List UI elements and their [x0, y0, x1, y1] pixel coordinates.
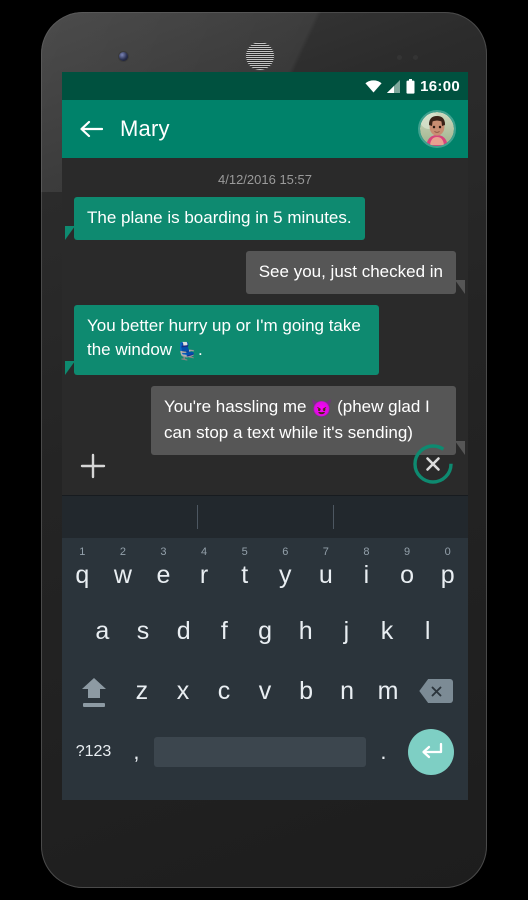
spacebar-surface	[153, 737, 367, 767]
key-b[interactable]: b	[286, 661, 327, 721]
key-m[interactable]: m	[368, 661, 409, 721]
message-bubble-outgoing[interactable]: You better hurry up or I'm going take th…	[65, 305, 379, 375]
key-hint-6: 6	[282, 546, 289, 558]
key-label: w	[113, 561, 132, 589]
app-bar: Mary	[62, 100, 468, 158]
key-p[interactable]: 0p	[427, 541, 468, 601]
message-row: The plane is boarding in 5 minutes.	[65, 197, 456, 241]
status-bar: 16:00	[62, 72, 468, 100]
key-x[interactable]: x	[162, 661, 203, 721]
cancel-send-icon[interactable]	[410, 441, 456, 487]
suggestion-slot-1[interactable]	[62, 496, 197, 538]
symbols-key[interactable]: ?123	[68, 721, 119, 783]
key-hint-5: 5	[241, 546, 248, 558]
phone-screen: 16:00 Mary 4/12/2016 15:57 The plane is …	[62, 72, 468, 800]
key-q[interactable]: 1q	[62, 541, 103, 601]
earpiece-speaker-icon	[246, 42, 274, 70]
key-hint-0: 0	[444, 546, 451, 558]
message-text: .	[197, 340, 203, 360]
keyboard-row-1: 1q 2w 3e 4r 5t 6y 7u 8i 9o 0p	[62, 541, 468, 601]
key-label: u	[318, 561, 333, 589]
space-key[interactable]	[153, 721, 367, 783]
key-label: y	[279, 561, 292, 589]
key-label: e	[156, 561, 171, 589]
keyboard-row-4: ?123 , .	[62, 721, 468, 783]
key-hint-2: 2	[119, 546, 126, 558]
contact-avatar[interactable]	[418, 110, 456, 148]
battery-full-icon	[406, 78, 415, 94]
plus-attach-icon[interactable]	[76, 449, 110, 483]
message-bubble-outgoing[interactable]: The plane is boarding in 5 minutes.	[65, 197, 365, 241]
proximity-sensor-icon	[397, 55, 402, 60]
key-s[interactable]: s	[123, 601, 164, 661]
key-g[interactable]: g	[245, 601, 286, 661]
seat-emoji: 💺	[176, 342, 198, 362]
key-hint-3: 3	[160, 546, 167, 558]
key-label: r	[199, 561, 209, 589]
status-clock: 16:00	[420, 77, 460, 95]
key-label: i	[363, 561, 370, 589]
suggestion-strip[interactable]	[62, 495, 468, 538]
keyboard-row-3: z x c v b n m	[62, 661, 468, 721]
back-arrow-icon[interactable]	[74, 112, 108, 146]
key-hint-8: 8	[363, 546, 370, 558]
key-i[interactable]: 8i	[346, 541, 387, 601]
keyboard-row-2: a s d f g h j k l	[62, 601, 468, 661]
key-r[interactable]: 4r	[184, 541, 225, 601]
message-row: You're hassling me 😈 (phew glad I can st…	[74, 385, 465, 456]
smiling-devil-emoji: 😈	[311, 398, 333, 418]
key-hint-1: 1	[79, 546, 86, 558]
cellular-signal-icon	[387, 79, 401, 93]
ambient-light-sensor-icon	[413, 55, 418, 60]
key-h[interactable]: h	[285, 601, 326, 661]
suggestion-slot-3[interactable]	[332, 496, 468, 538]
on-screen-keyboard[interactable]: 1q 2w 3e 4r 5t 6y 7u 8i 9o 0p a s d f g …	[62, 538, 468, 800]
key-d[interactable]: d	[163, 601, 204, 661]
shift-caps-icon[interactable]	[66, 661, 121, 721]
backspace-icon[interactable]	[409, 661, 464, 721]
message-bubble-incoming[interactable]: See you, just checked in	[245, 251, 466, 295]
key-v[interactable]: v	[244, 661, 285, 721]
period-key[interactable]: .	[366, 721, 401, 783]
key-f[interactable]: f	[204, 601, 245, 661]
key-o[interactable]: 9o	[387, 541, 428, 601]
message-row: You better hurry up or I'm going take th…	[65, 305, 456, 375]
page-title: Mary	[120, 116, 170, 141]
phone-device-frame: 16:00 Mary 4/12/2016 15:57 The plane is …	[41, 12, 487, 888]
key-hint-9: 9	[403, 546, 411, 558]
key-e[interactable]: 3e	[143, 541, 184, 601]
key-n[interactable]: n	[327, 661, 368, 721]
key-label: t	[241, 561, 249, 589]
key-hint-7: 7	[322, 546, 329, 558]
key-label: o	[400, 561, 414, 589]
enter-return-icon[interactable]	[401, 729, 462, 775]
key-z[interactable]: z	[121, 661, 162, 721]
key-c[interactable]: c	[203, 661, 244, 721]
key-label: p	[440, 561, 455, 589]
key-hint-4: 4	[201, 546, 208, 558]
caps-lock-bar	[82, 703, 105, 707]
suggestion-slot-2[interactable]	[197, 496, 332, 538]
key-k[interactable]: k	[367, 601, 408, 661]
key-u[interactable]: 7u	[306, 541, 347, 601]
key-l[interactable]: l	[407, 601, 448, 661]
key-a[interactable]: a	[82, 601, 123, 661]
key-w[interactable]: 2w	[103, 541, 144, 601]
wifi-icon	[365, 79, 382, 93]
key-j[interactable]: j	[326, 601, 367, 661]
message-text: You're hassling me	[164, 396, 312, 416]
key-y[interactable]: 6y	[265, 541, 306, 601]
message-row: See you, just checked in	[74, 251, 466, 295]
comma-key[interactable]: ,	[119, 721, 154, 783]
key-label: q	[75, 561, 90, 589]
front-camera-icon	[119, 52, 128, 61]
message-text: You better hurry up or I'm going take th…	[87, 316, 361, 360]
chat-message-list[interactable]: 4/12/2016 15:57 The plane is boarding in…	[62, 158, 468, 495]
key-t[interactable]: 5t	[224, 541, 265, 601]
conversation-timestamp: 4/12/2016 15:57	[218, 172, 312, 187]
